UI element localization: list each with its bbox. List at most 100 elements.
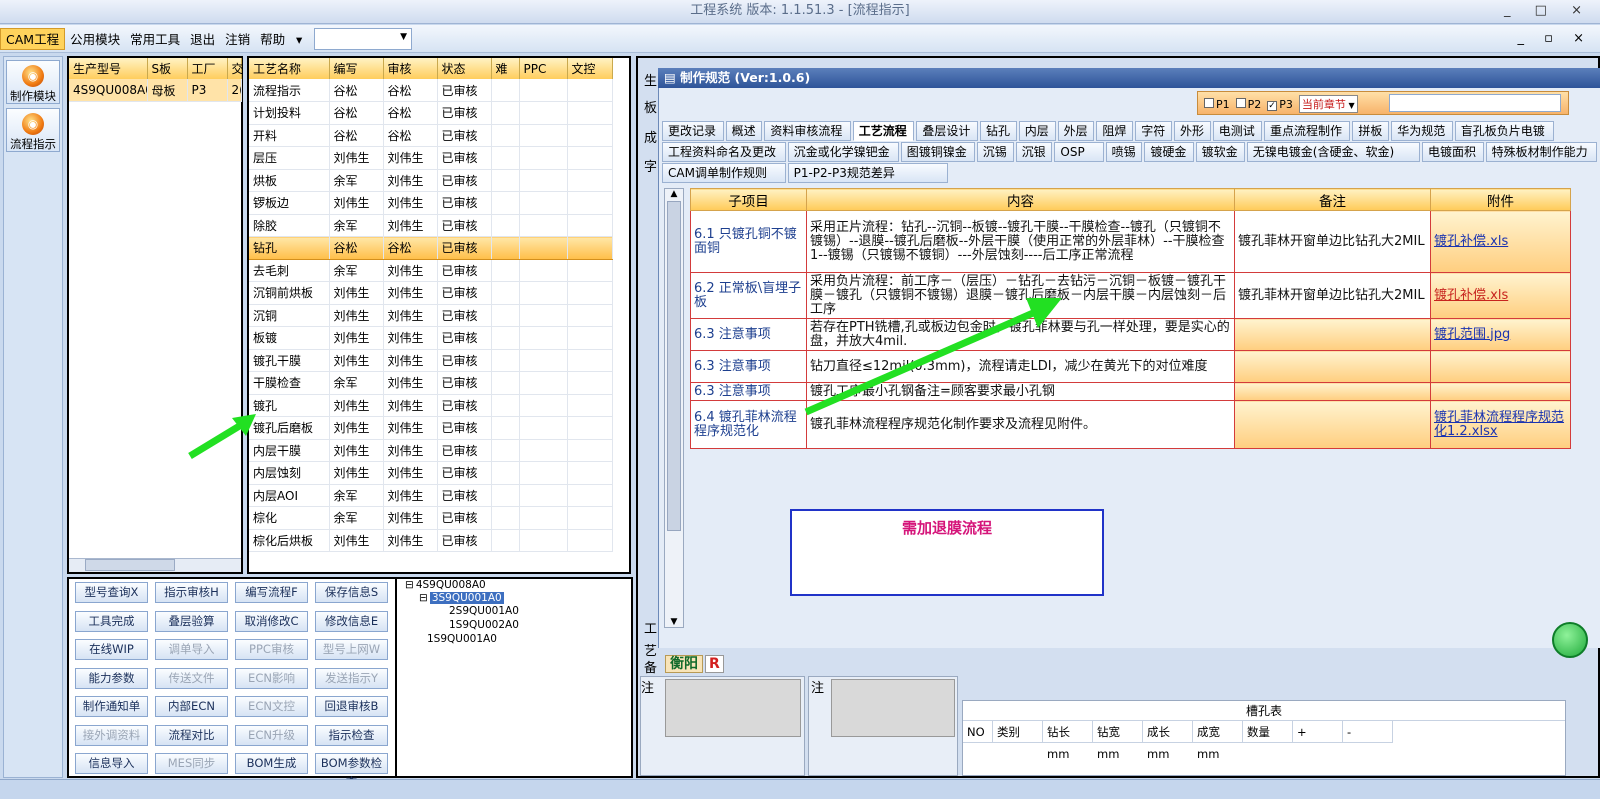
factory-label[interactable]: 衡阳 <box>665 655 703 673</box>
table-row[interactable]: 干膜检查 余军 刘伟生 已审核 <box>249 371 613 395</box>
table-row[interactable]: 计划投料 谷松 谷松 已审核 <box>249 101 613 125</box>
table-row[interactable]: 烘板 余军 刘伟生 已审核 <box>249 169 613 192</box>
column-header[interactable]: 子项目 <box>690 188 807 211</box>
tree-node[interactable]: 2S9QU001A0 <box>449 605 519 617</box>
function-button-0[interactable]: 型号查询X <box>75 582 148 603</box>
chapter-option[interactable]: ✓ P3 <box>1267 98 1293 111</box>
tab-tabs_row1-15[interactable]: 盲孔板负片电镀 <box>1454 121 1554 141</box>
menu-item-1[interactable]: 公用模块 <box>65 29 125 51</box>
function-button-26[interactable]: BOM生成 <box>235 753 308 774</box>
checkbox[interactable] <box>1204 98 1214 108</box>
function-button-19[interactable]: 回退审核B <box>315 696 388 717</box>
table-row[interactable]: 除胶 余军 刘伟生 已审核 <box>249 214 613 237</box>
tab-tabs_row1-6[interactable]: 内层 <box>1018 121 1056 141</box>
function-button-22[interactable]: ECN升级 <box>235 724 308 746</box>
vertical-scrollbar[interactable]: ▲ ▼ <box>664 188 684 628</box>
table-row[interactable]: 开料 谷松 谷松 已审核 <box>249 124 613 147</box>
column-header[interactable]: 附件 <box>1430 188 1571 211</box>
function-button-3[interactable]: 保存信息S <box>315 582 388 603</box>
table-row[interactable]: 层压 刘伟生 刘伟生 已审核 <box>249 146 613 170</box>
attachment-link[interactable]: 镀孔补偿.xls <box>1434 234 1508 249</box>
function-button-7[interactable]: 修改信息E <box>315 610 388 632</box>
tab-tabs_row1-0[interactable]: 更改记录 <box>662 121 724 141</box>
attachment-link[interactable]: 镀孔菲林流程程序规范化1.2.xlsx <box>1434 410 1564 439</box>
remark-input-1[interactable] <box>665 679 801 737</box>
function-button-13[interactable]: 传送文件 <box>155 667 228 689</box>
tab-tabs_row1-4[interactable]: 叠层设计 <box>916 121 978 141</box>
tab-tabs_row3-0[interactable]: CAM调单制作规则 <box>662 163 786 183</box>
menu-item-4[interactable]: 注销 <box>220 29 255 51</box>
function-button-24[interactable]: 信息导入 <box>75 753 148 774</box>
function-button-14[interactable]: ECN影响 <box>235 667 308 689</box>
table-row[interactable]: 镀孔干膜 刘伟生 刘伟生 已审核 <box>249 349 613 372</box>
mdi-controls[interactable]: _ ▫ × <box>1518 31 1592 46</box>
attachment-link[interactable]: 镀孔补偿.xls <box>1434 288 1508 303</box>
checkbox[interactable]: ✓ <box>1267 101 1278 111</box>
table-row[interactable]: 沉铜前烘板 刘伟生 刘伟生 已审核 <box>249 281 613 305</box>
attachment-link[interactable]: 镀孔范围.jpg <box>1434 327 1510 342</box>
table-row[interactable]: 钻孔 谷松 谷松 已审核 <box>249 236 613 260</box>
chapter-option[interactable]: P1 <box>1204 98 1230 111</box>
horizontal-scrollbar[interactable] <box>69 558 241 572</box>
function-button-25[interactable]: MES同步 <box>155 753 228 774</box>
table-row[interactable]: 流程指示 谷松 谷松 已审核 <box>249 79 613 102</box>
function-button-6[interactable]: 取消修改C <box>235 610 308 632</box>
column-header[interactable]: 文控 <box>567 58 613 79</box>
tree-node[interactable]: 1S9QU001A0 <box>427 633 497 645</box>
function-button-12[interactable]: 能力参数 <box>75 667 148 689</box>
scroll-up-icon[interactable]: ▲ <box>665 189 683 199</box>
column-header[interactable]: 编写 <box>329 58 384 79</box>
slot-column-header[interactable]: - <box>1343 721 1393 743</box>
function-button-10[interactable]: PPC审核 <box>235 639 308 660</box>
tab-tabs_row2-3[interactable]: 沉锡 <box>976 142 1014 162</box>
slot-column-header[interactable]: 成长mm <box>1143 721 1193 761</box>
function-button-2[interactable]: 编写流程F <box>235 582 308 603</box>
tree-node[interactable]: ⊟ 4S9QU008A0 <box>405 579 486 591</box>
tab-tabs_row2-1[interactable]: 沉金或化学镍钯金 <box>787 142 899 162</box>
function-button-23[interactable]: 指示检查 <box>315 724 388 746</box>
tab-tabs_row3-1[interactable]: P1-P2-P3规范差异 <box>787 163 949 183</box>
column-header[interactable]: 交 <box>227 58 244 79</box>
tab-tabs_row2-4[interactable]: 沉银 <box>1015 142 1053 162</box>
function-button-11[interactable]: 型号上网W <box>315 639 388 660</box>
column-header[interactable]: 内容 <box>806 188 1235 211</box>
table-row[interactable]: 内层干膜 刘伟生 刘伟生 已审核 <box>249 439 613 462</box>
tab-tabs_row2-9[interactable]: 无镍电镀金(含硬金、软金) <box>1246 142 1420 162</box>
function-button-21[interactable]: 流程对比 <box>155 724 228 746</box>
column-header[interactable]: 备注 <box>1234 188 1431 211</box>
table-row[interactable]: 镀孔后磨板 刘伟生 刘伟生 已审核 <box>249 416 613 440</box>
tab-tabs_row2-0[interactable]: 工程资料命名及更改 <box>662 142 786 162</box>
search-input[interactable] <box>1389 94 1561 112</box>
table-row[interactable]: 沉铜 刘伟生 刘伟生 已审核 <box>249 304 613 327</box>
window-controls[interactable]: _ □ × <box>1504 0 1592 22</box>
tab-tabs_row2-11[interactable]: 特殊板材制作能力 <box>1485 142 1597 162</box>
column-header[interactable]: 生产型号 <box>69 58 148 79</box>
column-header[interactable]: 难 <box>491 58 520 79</box>
function-button-5[interactable]: 叠层验算 <box>155 610 228 632</box>
slot-column-header[interactable]: 成宽mm <box>1193 721 1243 761</box>
tab-tabs_row1-13[interactable]: 拼板 <box>1352 121 1390 141</box>
scroll-down-icon[interactable]: ▼ <box>665 617 683 627</box>
function-button-4[interactable]: 工具完成 <box>75 610 148 632</box>
function-button-18[interactable]: ECN文控 <box>235 696 308 717</box>
remark-input-2[interactable] <box>831 679 955 737</box>
nav-button-1[interactable]: ◉ 流程指示 <box>6 108 60 152</box>
function-button-16[interactable]: 制作通知单 <box>75 696 148 717</box>
table-row[interactable]: 4S9QU008A0母板P32( <box>69 79 242 102</box>
menu-item-2[interactable]: 常用工具 <box>125 29 185 51</box>
slot-column-header[interactable]: NO <box>963 721 993 743</box>
tree-node[interactable]: ⊟ 3S9QU001A0 <box>419 592 504 604</box>
column-header[interactable]: S板 <box>147 58 188 79</box>
column-header[interactable]: PPC <box>519 58 568 79</box>
slot-column-header[interactable]: 钻长mm <box>1043 721 1093 761</box>
tab-tabs_row1-10[interactable]: 外形 <box>1174 121 1211 141</box>
function-button-20[interactable]: 接外调资料 <box>75 724 148 746</box>
collapse-icon[interactable]: ⊟ <box>405 579 414 591</box>
menu-dropdown-marker[interactable]: ▾ <box>294 29 304 51</box>
table-row[interactable]: 锣板边 刘伟生 刘伟生 已审核 <box>249 191 613 215</box>
menu-item-3[interactable]: 退出 <box>185 29 220 51</box>
tree-node[interactable]: 1S9QU002A0 <box>449 619 519 631</box>
table-row[interactable]: 棕化后烘板 刘伟生 刘伟生 已审核 <box>249 529 613 552</box>
tab-tabs_row2-6[interactable]: 喷锡 <box>1105 142 1143 162</box>
tab-tabs_row2-8[interactable]: 镀软金 <box>1195 142 1245 162</box>
